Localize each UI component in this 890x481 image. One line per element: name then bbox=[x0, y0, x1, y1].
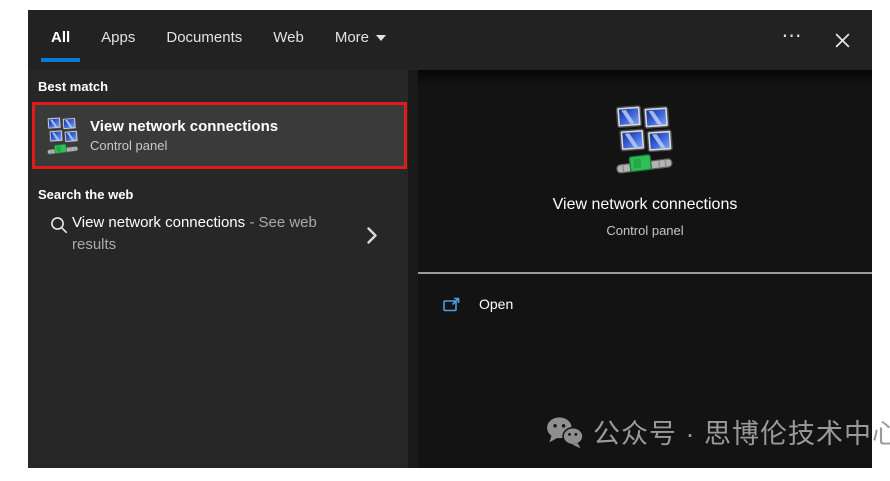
tab-web-label: Web bbox=[273, 29, 304, 46]
tab-more[interactable]: More bbox=[335, 29, 386, 46]
tab-more-label: More bbox=[335, 29, 369, 46]
chevron-down-icon bbox=[376, 35, 386, 41]
chevron-right-icon bbox=[366, 226, 378, 245]
search-results-panel: Best match bbox=[28, 70, 408, 468]
open-external-icon bbox=[443, 297, 460, 312]
search-filter-tabbar: All Apps Documents Web More bbox=[28, 10, 872, 70]
web-search-text: View network connections - See web resul… bbox=[72, 212, 360, 256]
web-search-result[interactable]: View network connections - See web resul… bbox=[28, 206, 408, 280]
close-icon bbox=[834, 32, 851, 49]
ellipsis-icon: ⋯ bbox=[782, 26, 803, 54]
watermark-text: 公众号 · 思博伦技术中心 bbox=[593, 412, 890, 451]
preview-title: View network connections bbox=[418, 196, 872, 214]
watermark: 公众号 · 思博伦技术中心 bbox=[546, 412, 890, 451]
search-icon bbox=[50, 216, 68, 234]
open-action[interactable]: Open bbox=[443, 296, 513, 312]
panel-gap bbox=[408, 70, 418, 468]
open-label: Open bbox=[479, 296, 513, 312]
more-options-button[interactable]: ⋯ bbox=[778, 26, 806, 54]
topbar-actions: ⋯ bbox=[778, 10, 862, 70]
best-match-text: View network connections Control panel bbox=[90, 118, 278, 153]
preview-subtitle: Control panel bbox=[418, 223, 872, 238]
close-button[interactable] bbox=[828, 26, 856, 54]
network-connections-icon bbox=[46, 115, 80, 157]
tab-all[interactable]: All bbox=[51, 29, 70, 46]
search-web-section-label: Search the web bbox=[38, 187, 133, 202]
wechat-icon bbox=[546, 415, 584, 449]
tab-documents-label: Documents bbox=[166, 29, 242, 46]
screenshot-stage: All Apps Documents Web More bbox=[0, 0, 890, 481]
tab-web[interactable]: Web bbox=[273, 29, 304, 46]
best-match-subtitle: Control panel bbox=[90, 138, 278, 153]
preview-panel: View network connections Control panel O… bbox=[418, 70, 872, 468]
best-match-section-label: Best match bbox=[38, 79, 108, 94]
tab-list: All Apps Documents Web More bbox=[51, 10, 386, 70]
windows-search-window: All Apps Documents Web More bbox=[28, 10, 872, 468]
best-match-result[interactable]: View network connections Control panel bbox=[32, 102, 407, 169]
divider bbox=[418, 272, 872, 274]
best-match-title: View network connections bbox=[90, 118, 278, 135]
network-connections-icon-large bbox=[616, 100, 674, 180]
tab-documents[interactable]: Documents bbox=[166, 29, 242, 46]
tab-all-label: All bbox=[51, 29, 70, 46]
active-tab-underline bbox=[41, 58, 80, 62]
tab-apps-label: Apps bbox=[101, 29, 135, 46]
tab-apps[interactable]: Apps bbox=[101, 29, 135, 46]
web-search-query: View network connections bbox=[72, 214, 245, 231]
